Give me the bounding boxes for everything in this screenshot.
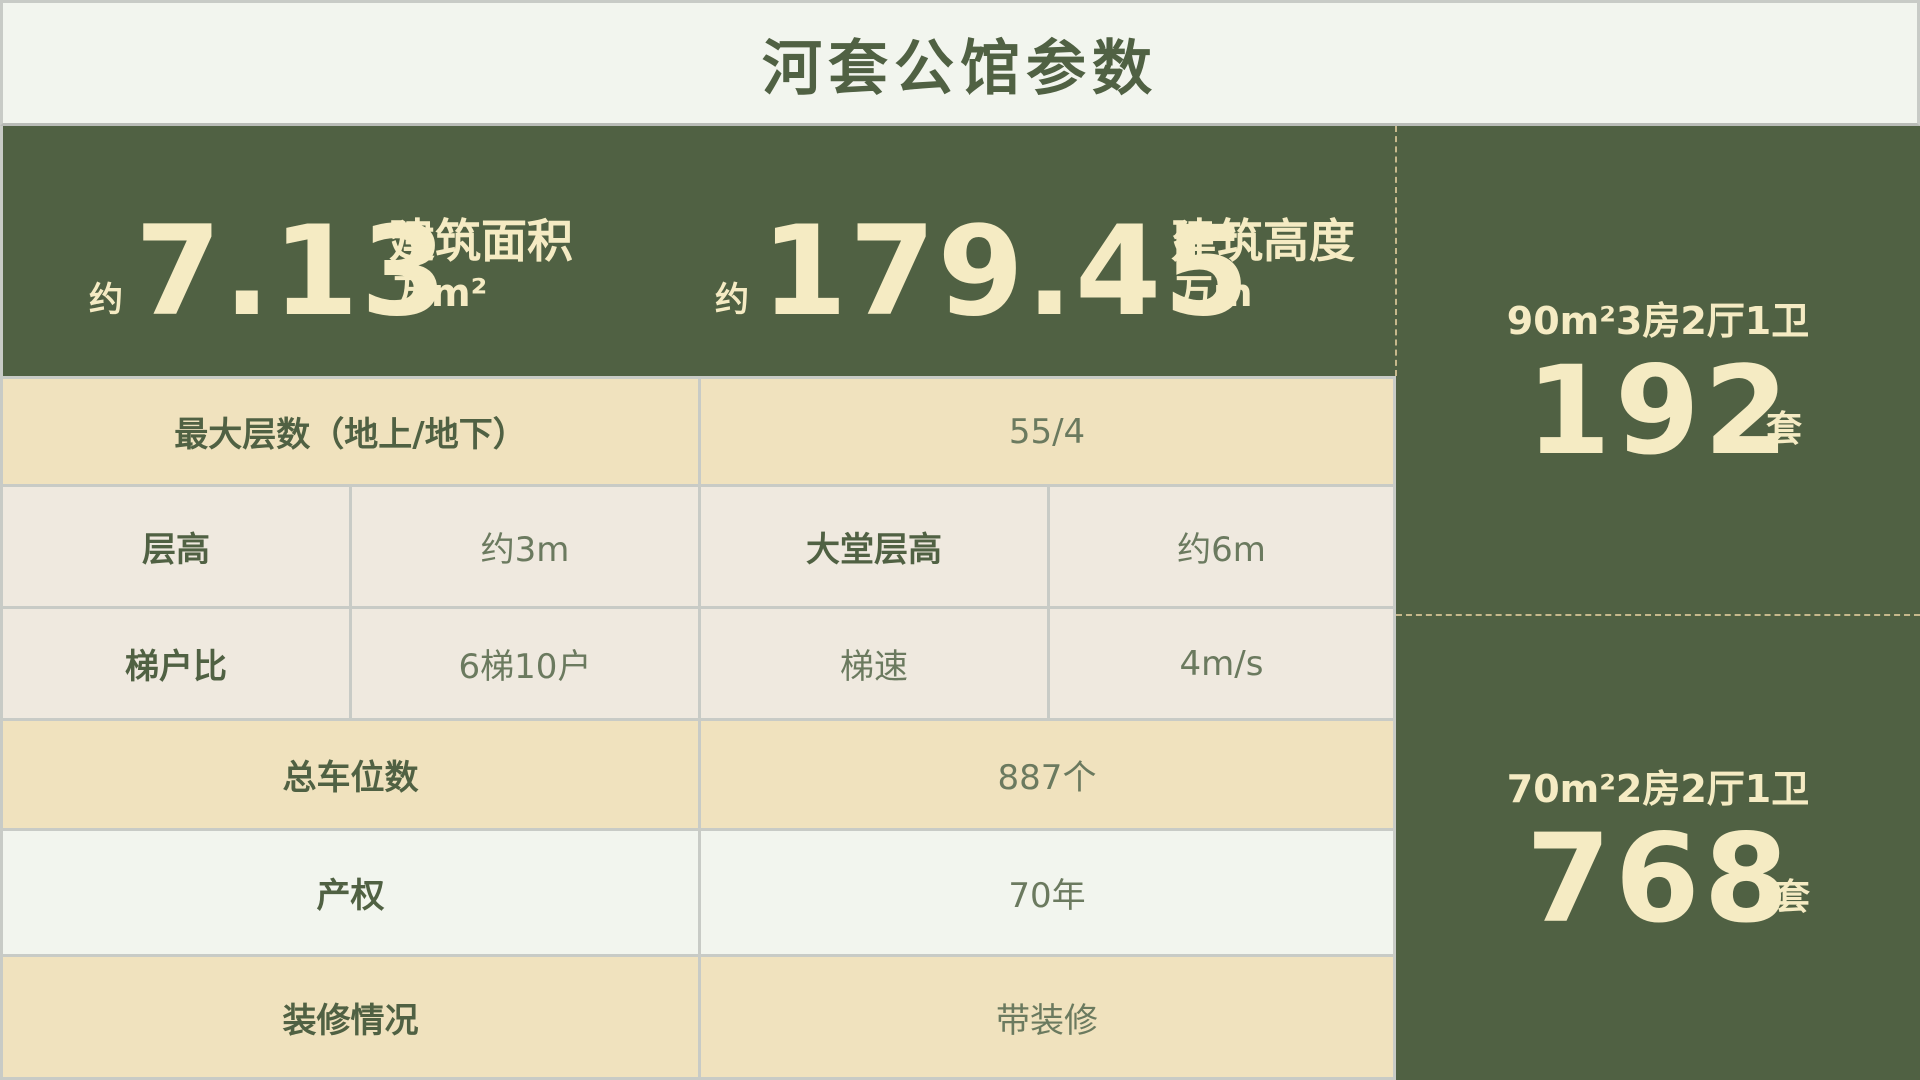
stat-building-area: 约 7.13 建筑面积 万m² [3,126,693,376]
page-title: 河套公馆参数 [762,33,1158,104]
stats-area: 约 7.13 建筑面积 万m² 约 179.45 建筑高度 万m [0,126,1396,376]
table-row: 最大层数（地上/地下） 55/4 [0,376,1396,487]
cell-label: 梯速 [698,609,1047,721]
cell-label: 总车位数 [0,721,698,831]
cell-value: 6梯10户 [349,609,698,721]
table-row: 装修情况 带装修 [0,957,1396,1080]
stat-unit: 万m [1175,271,1253,315]
table-row: 层高 约3m 大堂层高 约6m [0,487,1396,609]
unit-count: 768 [1526,808,1793,950]
stat-label: 建筑面积 [389,214,573,268]
divider-horizontal [1396,614,1920,616]
table-row: 产权 70年 [0,831,1396,957]
unit-suffix: 套 [1774,877,1811,918]
cell-value: 约6m [1047,487,1396,609]
unit-count: 192 [1526,340,1793,482]
stat-unit: 万m² [393,271,488,315]
unit-suffix: 套 [1766,409,1803,450]
unit-type-70: 70m²2房2厅1卫 768 套 [1396,758,1920,958]
stat-prefix: 约 [715,280,749,320]
cell-value: 55/4 [698,379,1396,487]
cell-value: 约3m [349,487,698,609]
title-bar: 河套公馆参数 [0,0,1920,126]
unit-type-90: 90m²3房2厅1卫 192 套 [1396,290,1920,490]
cell-value: 4m/s [1047,609,1396,721]
table-row: 总车位数 887个 [0,721,1396,831]
table-row: 梯户比 6梯10户 梯速 4m/s [0,609,1396,721]
unit-type-label: 90m²3房2厅1卫 [1506,299,1810,343]
cell-label: 装修情况 [0,957,698,1080]
stat-prefix: 约 [89,280,123,320]
cell-label: 梯户比 [0,609,349,721]
cell-label: 最大层数（地上/地下） [0,379,698,487]
cell-value: 887个 [698,721,1396,831]
stat-label: 建筑高度 [1171,214,1355,268]
cell-label: 层高 [0,487,349,609]
stat-building-height: 约 179.45 建筑高度 万m [693,126,1399,376]
cell-label: 产权 [0,831,698,957]
cell-value: 带装修 [698,957,1396,1080]
cell-value: 70年 [698,831,1396,957]
unit-type-label: 70m²2房2厅1卫 [1506,767,1810,811]
cell-label: 大堂层高 [698,487,1047,609]
